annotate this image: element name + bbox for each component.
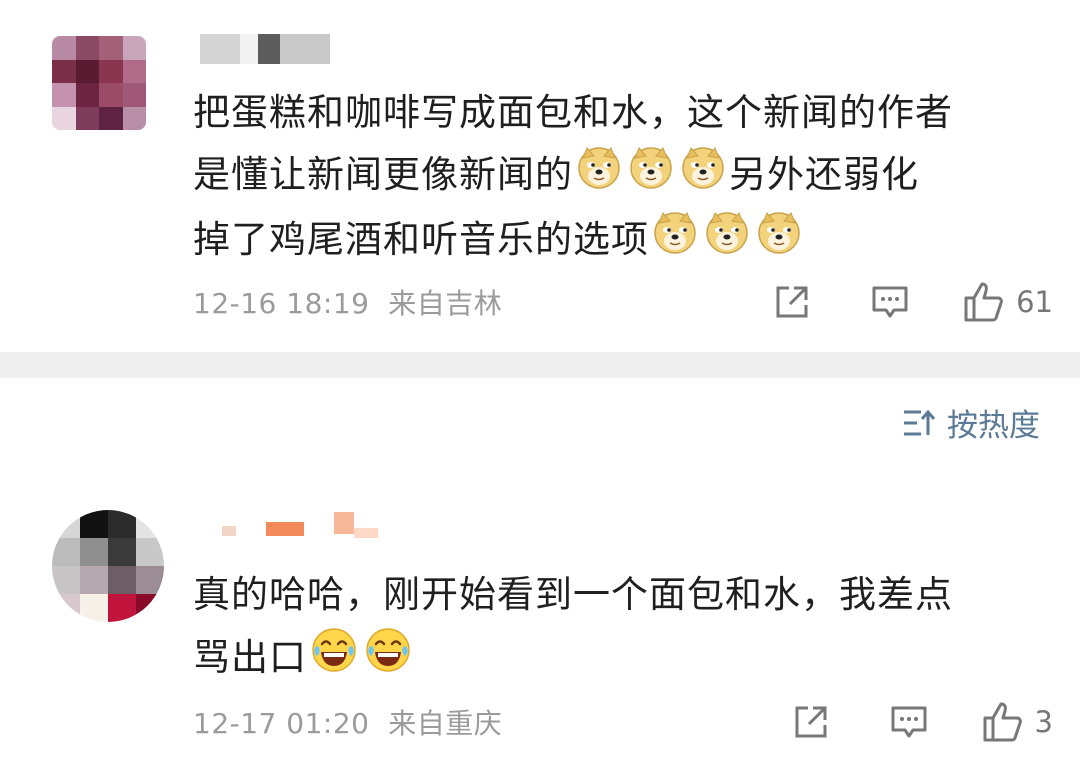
username-blurred[interactable] [200,34,330,64]
comment-actions: 3 [791,700,1053,744]
laugh-cry-emoji-icon [310,626,358,693]
reply-button[interactable] [889,702,929,742]
doge-emoji-icon [680,144,726,209]
avatar[interactable] [52,510,164,622]
sort-by-hot-button[interactable]: 按热度 [901,400,1040,445]
comment-meta: 12-16 18:19 来自吉林 61 [193,280,1053,324]
comment-text: 把蛋糕和咖啡写成面包和水，这个新闻的作者 是懂让新闻更像新闻的 另外还弱化 掉了鸡… [193,82,1033,274]
comment-location: 来自吉林 [388,287,503,320]
comment-text-line: 真的哈哈，刚开始看到一个面包和水，我差点 [193,573,953,616]
comment-item: 把蛋糕和咖啡写成面包和水，这个新闻的作者 是懂让新闻更像新闻的 另外还弱化 掉了鸡… [0,0,1080,352]
section-divider [0,352,1080,378]
share-button[interactable] [772,282,812,322]
comment-location: 来自重庆 [388,707,503,740]
like-button[interactable]: 3 [981,700,1053,744]
comment-meta: 12-17 01:20 来自重庆 3 [193,700,1053,744]
avatar[interactable] [52,36,146,130]
comment-actions: 61 [772,280,1053,324]
comment-item: 真的哈哈，刚开始看到一个面包和水，我差点 骂出口 12-17 01:20 来自重… [0,470,1080,764]
comment-time: 12-16 18:19 来自吉林 [193,287,503,320]
thumbs-up-icon [964,282,1003,322]
like-count: 61 [1016,285,1053,319]
username-blurred[interactable] [222,508,378,538]
sort-icon [904,409,936,435]
thumbs-up-icon [983,702,1022,742]
comment-text-line: 骂出口 [193,636,307,679]
like-count: 3 [1034,705,1053,739]
like-button[interactable]: 61 [962,280,1053,324]
sort-label: 按热度 [947,408,1040,444]
comment-icon [891,706,927,738]
comment-time: 12-17 01:20 来自重庆 [193,707,503,740]
comment-text: 真的哈哈，刚开始看到一个面包和水，我差点 骂出口 [193,564,1033,693]
doge-emoji-icon [652,209,698,274]
doge-emoji-icon [576,144,622,209]
comment-icon [872,286,908,318]
doge-emoji-icon [756,209,802,274]
comment-text-line: 是懂让新闻更像新闻的 [193,153,573,196]
doge-emoji-icon [704,209,750,274]
comment-text-line: 另外还弱化 [729,153,919,196]
laugh-cry-emoji-icon [364,626,412,693]
comment-text-line: 把蛋糕和咖啡写成面包和水，这个新闻的作者 [193,91,953,134]
comment-text-line: 掉了鸡尾酒和听音乐的选项 [193,218,649,261]
reply-button[interactable] [870,282,910,322]
share-icon [795,706,827,738]
doge-emoji-icon [628,144,674,209]
share-icon [776,286,808,318]
share-button[interactable] [791,702,831,742]
